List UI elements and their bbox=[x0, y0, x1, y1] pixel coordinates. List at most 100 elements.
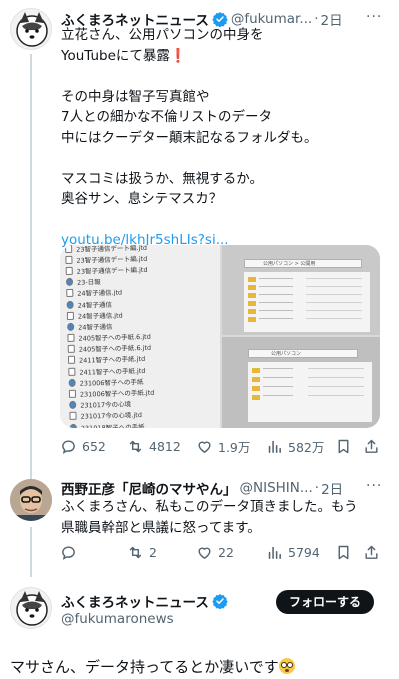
more-icon[interactable]: ··· bbox=[366, 9, 382, 25]
text-line: 立花さん、公用パソコンの中身を bbox=[61, 27, 264, 43]
file-icon bbox=[67, 333, 75, 343]
like-icon bbox=[198, 547, 211, 559]
file-name: 231006智子への手紙.jtd bbox=[79, 388, 155, 399]
text-line: マサさん、データ持ってるとか凄いです bbox=[10, 658, 279, 676]
file-name: 231006智子への手紙 bbox=[79, 377, 144, 388]
more-icon[interactable]: ··· bbox=[366, 478, 382, 494]
main-tweet-text: マサさん、データ持ってるとか凄いです bbox=[10, 656, 295, 677]
thread-line bbox=[30, 527, 32, 577]
tweet-header: 西野正彦「尼崎のマサやん」 @NISHIN... · 2日 bbox=[61, 478, 343, 498]
bookmark-icon bbox=[338, 545, 349, 559]
text-line: ふくまろさん、私もこのデータ頂きました。もう bbox=[61, 499, 358, 515]
file-name: 231017今の心境 bbox=[80, 400, 132, 410]
retweet-count: 4812 bbox=[149, 438, 181, 454]
person-photo-icon bbox=[10, 479, 52, 521]
explorer-window bbox=[248, 362, 372, 422]
flushed-face-emoji-icon bbox=[278, 658, 295, 674]
file-name: 231018智子への手紙 bbox=[80, 422, 145, 428]
timestamp[interactable]: 2日 bbox=[321, 9, 343, 29]
thread-line bbox=[30, 54, 32, 490]
text-line: 7人との細かな不倫リストのデータ bbox=[61, 109, 272, 125]
file-name: 231017今の心境.jtd bbox=[80, 411, 143, 422]
bookmark-button[interactable] bbox=[335, 438, 357, 455]
document-app-icon bbox=[67, 322, 75, 331]
share-button[interactable] bbox=[363, 544, 385, 561]
retweet-count: 2 bbox=[149, 544, 157, 560]
file-name: 2405智子への手紙.6.jtd bbox=[78, 332, 151, 343]
author-name[interactable]: 西野正彦「尼崎のマサやん」 bbox=[61, 478, 237, 498]
separator-dot: · bbox=[314, 480, 320, 496]
text-line: その中身は智子写真館や bbox=[61, 88, 210, 105]
reply-count: 652 bbox=[82, 438, 106, 454]
timestamp[interactable]: 2日 bbox=[321, 478, 343, 498]
file-name: 24智子通信 bbox=[78, 322, 113, 332]
retweet-button[interactable]: 4812 bbox=[127, 438, 181, 455]
file-name: 23-日報 bbox=[76, 278, 101, 287]
document-app-icon bbox=[69, 423, 77, 428]
document-app-icon bbox=[68, 378, 76, 387]
avatar-fukumaro[interactable] bbox=[10, 587, 52, 629]
bookmark-button[interactable] bbox=[335, 544, 357, 561]
views-icon bbox=[268, 546, 281, 559]
file-icon bbox=[66, 289, 74, 298]
explorer-window bbox=[244, 272, 370, 332]
reply-icon bbox=[62, 545, 75, 560]
follow-button[interactable]: フォローする bbox=[276, 590, 375, 614]
file-name: 2411智子への手紙.jtd bbox=[78, 355, 146, 366]
document-app-icon bbox=[66, 300, 74, 309]
text-line: YouTubeにて暴露 bbox=[61, 47, 170, 64]
file-name: 23智子通信デート編.jtd bbox=[76, 254, 148, 265]
avatar-nishino[interactable] bbox=[10, 479, 52, 521]
views-count: 582万 bbox=[288, 439, 325, 455]
tweet-header: ふくまろネットニュース bbox=[61, 591, 228, 611]
author-handle[interactable]: @NISHIN... bbox=[240, 480, 313, 496]
media-preview[interactable]: 23智子通信デート編.jtd 23智子通信デート編.jtd 23智子通信デート編.j… bbox=[60, 245, 380, 428]
text-line: 県職員幹部と県議に怒ってます。 bbox=[61, 519, 261, 536]
share-button[interactable] bbox=[363, 438, 385, 455]
file-icon bbox=[66, 311, 75, 320]
file-icon bbox=[65, 245, 73, 253]
text-line: マスコミは扱うか、無視するか。 bbox=[61, 170, 263, 187]
views-button[interactable]: 582万 bbox=[266, 437, 324, 456]
file-name: 23智子通信デート編.jtd bbox=[76, 265, 148, 276]
file-name: 24智子通信 bbox=[77, 300, 113, 310]
file-icon bbox=[65, 266, 73, 275]
file-name: 2405智子への手紙.6.jtd bbox=[78, 344, 152, 354]
avatar-fukumaro[interactable] bbox=[10, 8, 52, 50]
screenshot-explorer-bottom[interactable]: 公用パソコン bbox=[222, 337, 380, 428]
like-button[interactable]: 22 bbox=[196, 544, 234, 561]
reply-icon bbox=[62, 439, 75, 454]
exclamation-icon: ❗ bbox=[169, 47, 187, 64]
file-name: 2411智子への手紙.jtd bbox=[79, 366, 146, 377]
share-icon bbox=[365, 439, 378, 453]
file-name: 24智子通信.jtd bbox=[77, 288, 123, 299]
explorer-path-bar: 公用パソコン bbox=[248, 349, 358, 358]
retweet-icon bbox=[129, 546, 142, 558]
like-count: 22 bbox=[218, 544, 234, 560]
tweet-actions: 652 4812 1.9万 582万 bbox=[60, 436, 380, 456]
views-count: 5794 bbox=[288, 544, 320, 560]
reply-button[interactable]: 652 bbox=[60, 438, 106, 455]
tweet-handle-row: @fukumaronews bbox=[61, 611, 174, 627]
retweet-button[interactable]: 2 bbox=[127, 544, 157, 561]
reply-button[interactable] bbox=[60, 544, 82, 561]
file-icon bbox=[68, 389, 77, 398]
explorer-path-bar: 公用パソコン > 公開用 bbox=[244, 259, 362, 268]
tweet-text: ふくまろさん、私もこのデータ頂きました。もう 県職員幹部と県議に怒ってます。 bbox=[61, 497, 358, 538]
screenshot-explorer-top[interactable]: 公用パソコン > 公開用 bbox=[222, 245, 380, 335]
document-app-icon bbox=[69, 400, 77, 410]
like-count: 1.9万 bbox=[218, 439, 251, 455]
like-button[interactable]: 1.9万 bbox=[196, 437, 250, 456]
retweet-icon bbox=[129, 440, 142, 452]
document-app-icon bbox=[65, 277, 74, 287]
file-icon bbox=[67, 345, 75, 354]
share-icon bbox=[365, 545, 378, 559]
file-list: 23智子通信デート編.jtd 23智子通信デート編.jtd 23智子通信デート編.j… bbox=[65, 245, 155, 428]
author-handle[interactable]: @fukumaronews bbox=[61, 611, 174, 627]
like-icon bbox=[198, 441, 211, 453]
tweet-text: 立花さん、公用パソコンの中身を YouTubeにて暴露❗ その中身は智子写真館や… bbox=[61, 25, 318, 251]
views-button[interactable]: 5794 bbox=[266, 544, 320, 561]
author-name[interactable]: ふくまろネットニュース bbox=[61, 591, 209, 611]
views-icon bbox=[268, 440, 281, 453]
screenshot-file-list[interactable]: 23智子通信デート編.jtd 23智子通信デート編.jtd 23智子通信デート編.j… bbox=[60, 245, 220, 428]
